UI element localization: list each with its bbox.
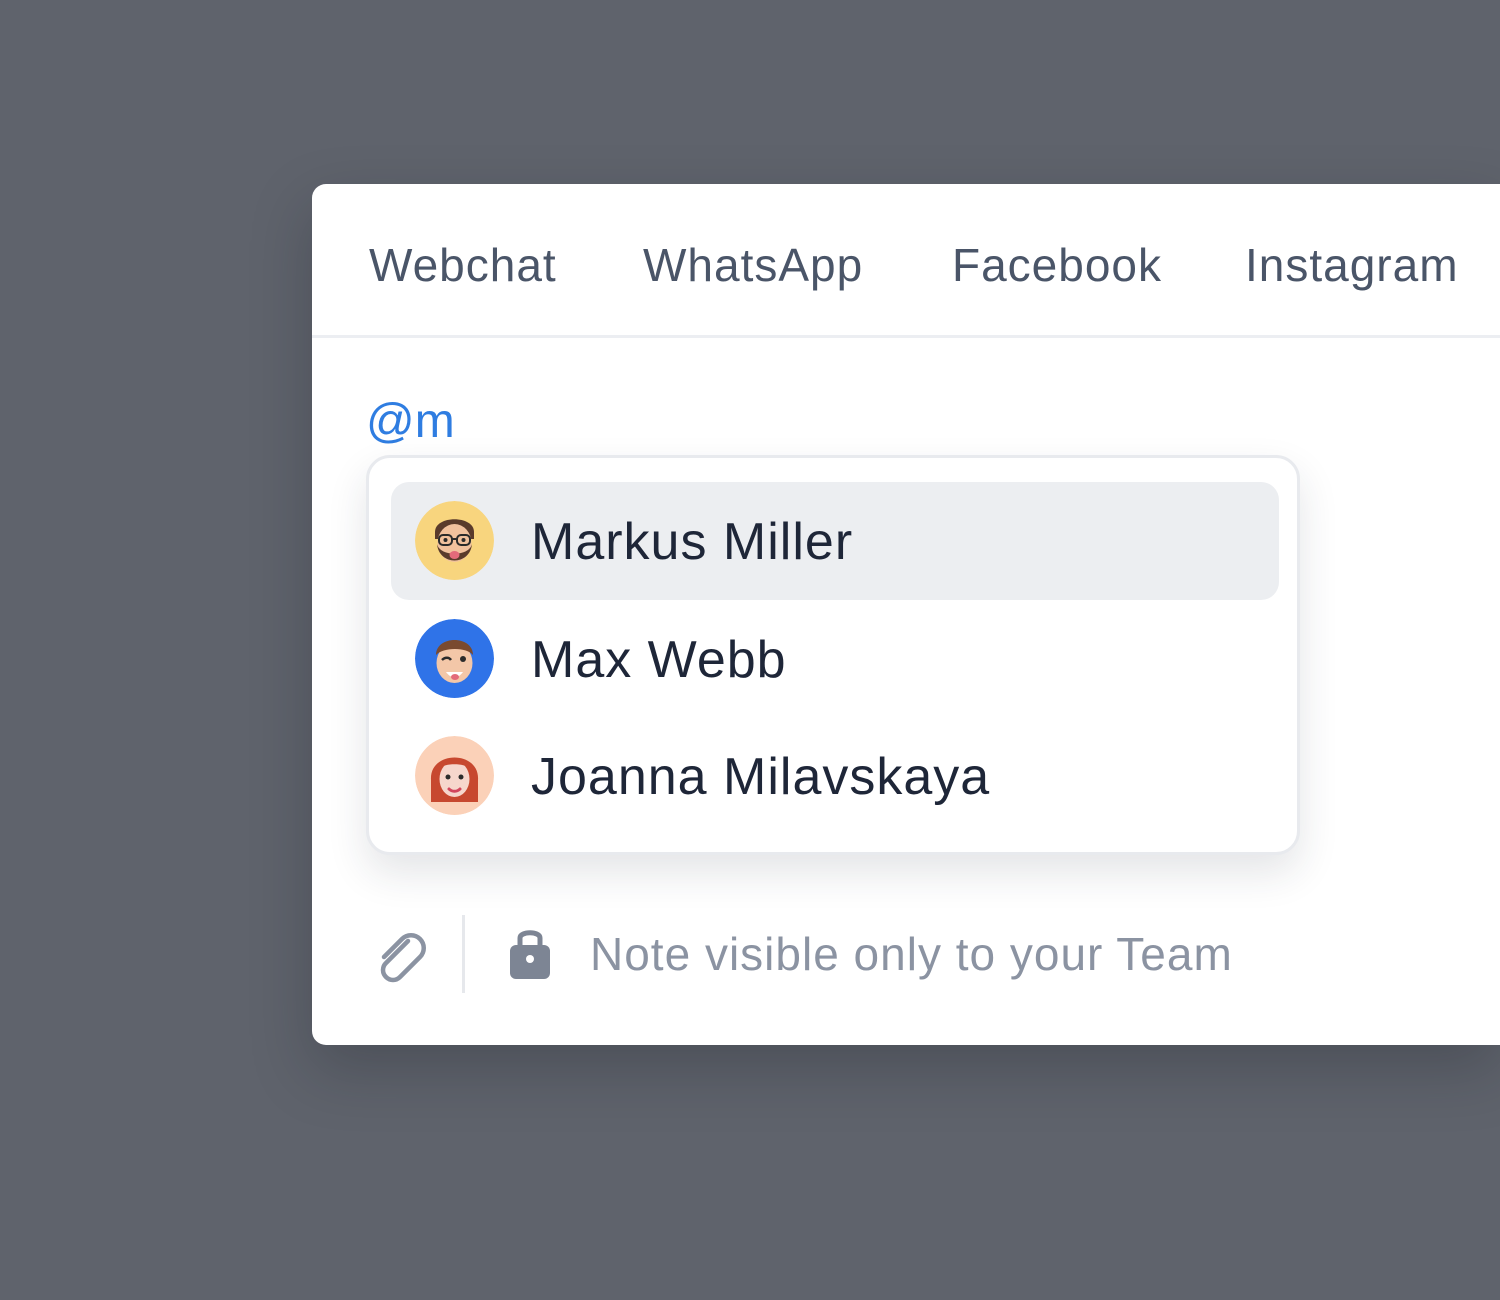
app-stage: Webchat WhatsApp Facebook Instagram @m M… [0,0,1500,1300]
avatar [415,619,494,698]
mention-option-name: Joanna Milavskaya [531,748,991,806]
avatar-image [415,501,494,580]
mention-option-markus-miller[interactable]: Markus Miller [391,482,1279,600]
tab-instagram[interactable]: Instagram [1245,238,1459,292]
message-composer-panel: Webchat WhatsApp Facebook Instagram @m M… [312,184,1500,1045]
paperclip-icon[interactable] [368,927,428,987]
mention-option-name: Markus Miller [531,513,854,571]
lock-icon [508,925,552,981]
mention-query-text[interactable]: @m [366,394,455,450]
tab-whatsapp[interactable]: WhatsApp [643,238,863,292]
avatar-image [415,619,494,698]
tab-webchat[interactable]: Webchat [369,238,557,292]
footer-divider [462,915,465,993]
composer-footer: Note visible only to your Team [312,909,1500,999]
mention-suggestions-dropdown: Markus Miller Max Webb Joanna Milavskaya [366,455,1300,855]
private-note-label: Note visible only to your Team [590,928,1233,980]
mention-option-max-webb[interactable]: Max Webb [391,600,1279,718]
avatar-image [415,736,494,815]
mention-option-joanna-milavskaya[interactable]: Joanna Milavskaya [391,717,1279,835]
tab-facebook[interactable]: Facebook [952,238,1162,292]
channel-tabs: Webchat WhatsApp Facebook Instagram [312,184,1500,338]
avatar [415,736,494,815]
mention-option-name: Max Webb [531,631,787,689]
avatar [415,501,494,580]
